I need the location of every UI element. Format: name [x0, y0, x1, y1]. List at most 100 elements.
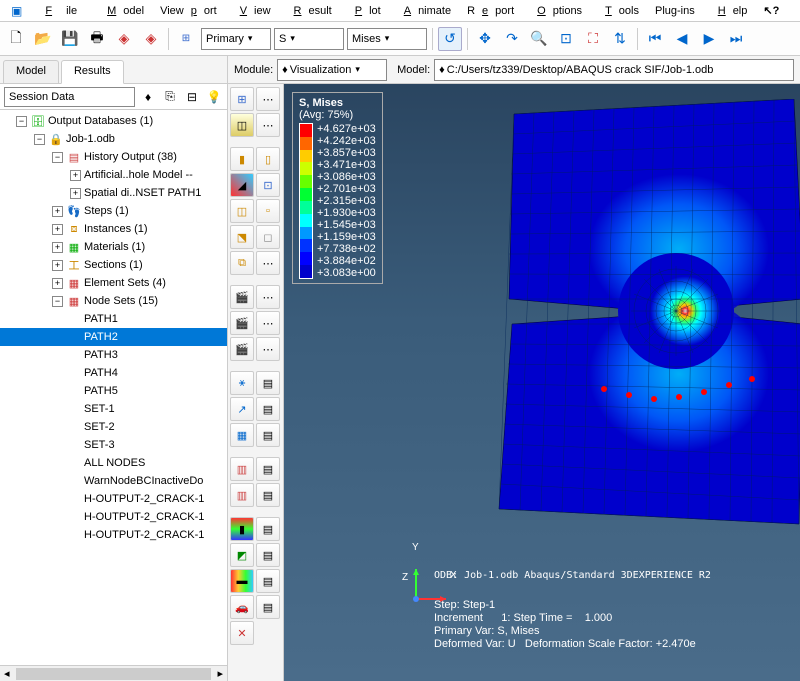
whats-this-icon[interactable]: ↖?	[756, 2, 786, 19]
tool-field1-icon[interactable]: ▥	[230, 457, 254, 481]
combo-variable[interactable]: S▾	[274, 28, 344, 50]
tool-xy4-icon[interactable]: ▤	[256, 397, 280, 421]
tab-results[interactable]: Results	[61, 60, 124, 84]
tree-node-houtput-a[interactable]: H-OUTPUT-2_CRACK-1	[0, 490, 227, 508]
layer1-icon[interactable]: ◈	[112, 27, 136, 51]
save-icon[interactable]: 💾	[58, 27, 82, 51]
viewport[interactable]: S, Mises (Avg: 75%) +4.627e+03+4.242e+03…	[284, 84, 800, 681]
menu-plugins[interactable]: Plug-ins	[648, 3, 702, 19]
results-tree[interactable]: −🗄Output Databases (1) −🔒Job-1.odb −▤His…	[0, 110, 227, 665]
tree-node-path4[interactable]: PATH4	[0, 364, 227, 382]
tree-steps[interactable]: +👣Steps (1)	[0, 202, 227, 220]
fit-icon[interactable]: ⛶	[581, 27, 605, 51]
menu-options[interactable]: Options	[523, 3, 589, 19]
grid-icon[interactable]: ⊞	[174, 27, 198, 51]
sync-icon[interactable]: ↺	[438, 27, 462, 51]
tree-sections[interactable]: +工Sections (1)	[0, 256, 227, 274]
menu-tools[interactable]: Tools	[591, 3, 646, 19]
tree-node-sets[interactable]: −▦Node Sets (15)	[0, 292, 227, 310]
pan-icon[interactable]: ✥	[473, 27, 497, 51]
tool-anim1-icon[interactable]: 🎬	[230, 285, 254, 309]
tree-node-path1[interactable]: PATH1	[0, 310, 227, 328]
tool-color2-icon[interactable]: ▤	[256, 517, 280, 541]
form-icon[interactable]: ⊟	[183, 88, 201, 106]
tree-node-path2[interactable]: PATH2	[0, 328, 227, 346]
tool-overlay-icon[interactable]: ⧉	[230, 251, 254, 275]
menu-viewport[interactable]: Viewport	[153, 3, 224, 19]
session-combo[interactable]: Session Data	[4, 87, 135, 107]
tree-node-set2[interactable]: SET-2	[0, 418, 227, 436]
tree-artificial[interactable]: +Artificial..hole Model --	[0, 166, 227, 184]
menu-result[interactable]: Result	[280, 3, 339, 19]
tool-symbol-icon[interactable]: ◢	[230, 173, 254, 197]
tool-field2-icon[interactable]: ▤	[256, 457, 280, 481]
tree-output-databases[interactable]: −🗄Output Databases (1)	[0, 112, 227, 130]
tool-ply-icon[interactable]: ⬔	[230, 225, 254, 249]
tree-node-houtput-c[interactable]: H-OUTPUT-2_CRACK-1	[0, 526, 227, 544]
next-icon[interactable]: ▶	[697, 27, 721, 51]
tool-ply2-icon[interactable]: ◻	[256, 225, 280, 249]
tool-anim5-icon[interactable]: 🎬	[230, 337, 254, 361]
new-icon[interactable]: 🗋	[4, 27, 28, 51]
menu-view[interactable]: View	[226, 3, 278, 19]
tool-car-icon[interactable]: 🚗	[230, 595, 254, 619]
tree-node-path3[interactable]: PATH3	[0, 346, 227, 364]
tool-symbol2-icon[interactable]: ⊡	[256, 173, 280, 197]
tab-model[interactable]: Model	[3, 60, 59, 83]
model-combo[interactable]: ♦C:/Users/tz339/Desktop/ABAQUS crack SIF…	[434, 59, 794, 81]
tool-anim2-icon[interactable]: ⋯	[256, 285, 280, 309]
last-icon[interactable]: ⏭	[724, 27, 748, 51]
menu-animate[interactable]: Animate	[390, 3, 458, 19]
menu-help[interactable]: Help	[704, 3, 755, 19]
bulb-icon[interactable]: 💡	[205, 88, 223, 106]
tool-options1-icon[interactable]: ⋯	[256, 87, 280, 111]
rotate-icon[interactable]: ↷	[500, 27, 524, 51]
tree-node-set3[interactable]: SET-3	[0, 436, 227, 454]
menu-plot[interactable]: Plot	[341, 3, 388, 19]
tool-xy1-icon[interactable]: ⚹	[230, 371, 254, 395]
tool-field4-icon[interactable]: ▤	[256, 483, 280, 507]
tool-deformed-icon[interactable]: ◫	[230, 113, 254, 137]
tool-stream2-icon[interactable]: ▤	[256, 569, 280, 593]
tool-anim6-icon[interactable]: ⋯	[256, 337, 280, 361]
tree-spatial[interactable]: +Spatial di..NSET PATH1	[0, 184, 227, 202]
print-icon[interactable]: 🖶	[85, 27, 109, 51]
tool-cut2-icon[interactable]: ▤	[256, 543, 280, 567]
tree-node-set1[interactable]: SET-1	[0, 400, 227, 418]
tool-color1-icon[interactable]: ▮	[230, 517, 254, 541]
first-icon[interactable]: ⏮	[643, 27, 667, 51]
tree-instances[interactable]: +⧈Instances (1)	[0, 220, 227, 238]
tool-xy5-icon[interactable]: ▦	[230, 423, 254, 447]
tree-node-warn[interactable]: WarnNodeBCInactiveDo	[0, 472, 227, 490]
tree-node-houtput-b[interactable]: H-OUTPUT-2_CRACK-1	[0, 508, 227, 526]
tool-cut1-icon[interactable]: ◩	[230, 543, 254, 567]
tool-overlay2-icon[interactable]: ⋯	[256, 251, 280, 275]
cycle-icon[interactable]: ⇅	[608, 27, 632, 51]
tool-anim3-icon[interactable]: 🎬	[230, 311, 254, 335]
tree-hscroll[interactable]: ◂▸	[0, 665, 227, 681]
zoom-icon[interactable]: 🔍	[527, 27, 551, 51]
menu-model[interactable]: Model	[93, 3, 151, 19]
tree-materials[interactable]: +▦Materials (1)	[0, 238, 227, 256]
tool-material2-icon[interactable]: ▫	[256, 199, 280, 223]
tool-options2-icon[interactable]: ⋯	[256, 113, 280, 137]
spin-icon[interactable]: ♦	[139, 88, 157, 106]
tool-close-icon[interactable]: ✕	[230, 621, 254, 645]
tree-job[interactable]: −🔒Job-1.odb	[0, 130, 227, 148]
tool-anim4-icon[interactable]: ⋯	[256, 311, 280, 335]
tool-xy3-icon[interactable]: ↗	[230, 397, 254, 421]
layer2-icon[interactable]: ◈	[139, 27, 163, 51]
tree-node-path5[interactable]: PATH5	[0, 382, 227, 400]
tool-xy6-icon[interactable]: ▤	[256, 423, 280, 447]
tree-element-sets[interactable]: +▦Element Sets (4)	[0, 274, 227, 292]
tree-history-output[interactable]: −▤History Output (38)	[0, 148, 227, 166]
tool-car2-icon[interactable]: ▤	[256, 595, 280, 619]
combo-primary[interactable]: Primary▾	[201, 28, 271, 50]
module-combo[interactable]: ♦Visualization▾	[277, 59, 387, 81]
tool-field3-icon[interactable]: ▥	[230, 483, 254, 507]
tool-xy2-icon[interactable]: ▤	[256, 371, 280, 395]
menu-report[interactable]: Report	[460, 3, 521, 19]
tree-node-allnodes[interactable]: ALL NODES	[0, 454, 227, 472]
tool-contour2-icon[interactable]: ▯	[256, 147, 280, 171]
combo-invariant[interactable]: Mises▾	[347, 28, 427, 50]
